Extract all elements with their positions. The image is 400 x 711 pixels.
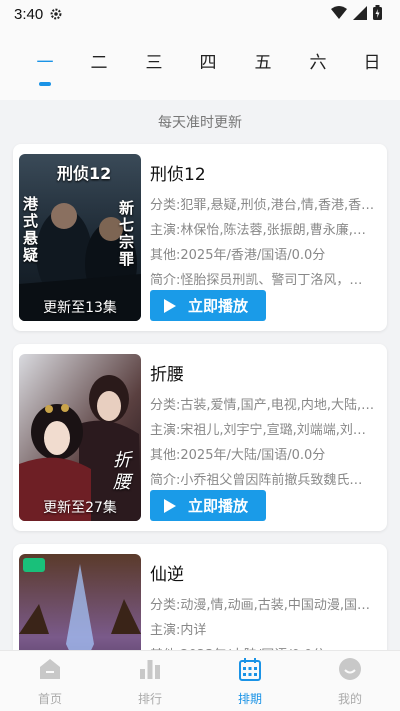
nav-schedule-label: 排期 (237, 692, 262, 706)
wifi-icon (331, 5, 347, 19)
poster-tagline-right: 新七宗罪 (119, 199, 135, 268)
tab-saturday[interactable]: 六 (298, 48, 338, 73)
signal-icon (353, 5, 367, 20)
poster-tagline-left: 港式悬疑 (23, 195, 39, 264)
nav-profile[interactable]: 我的 (320, 657, 380, 707)
nav-ranking-label: 排行 (137, 692, 162, 706)
show-card[interactable]: 刑侦12 港式悬疑 新七宗罪 更新至13集 刑侦12 分类:犯罪,悬疑,刑侦,港… (13, 144, 387, 331)
play-icon (164, 498, 176, 513)
tab-monday[interactable]: 一 (25, 48, 65, 73)
poster-image[interactable]: 刑侦12 港式悬疑 新七宗罪 更新至13集 (19, 154, 141, 321)
show-genre: 分类:犯罪,悬疑,刑侦,港台,情,香港,香… (150, 198, 375, 213)
show-card[interactable]: 折腰 更新至27集 折腰 分类:古装,爱情,国产,电视,内地,大陆,… 主演:宋… (13, 344, 387, 531)
show-title[interactable]: 刑侦12 (150, 160, 206, 185)
show-other: 其他:2025年/香港/国语/0.0分 (150, 248, 326, 263)
tab-indicator (39, 82, 51, 86)
poster-title-text: 折腰 (113, 450, 131, 493)
nav-ranking[interactable]: 排行 (120, 657, 180, 707)
ranking-icon (140, 660, 160, 679)
show-title[interactable]: 仙逆 (150, 560, 184, 585)
show-summary: 简介:怪胎探员刑凯、警司丁洛风，… (150, 273, 363, 288)
home-icon (40, 659, 60, 679)
nav-profile-label: 我的 (337, 692, 362, 706)
show-cast: 主演:林保怡,陈法蓉,张振朗,曹永廉,… (150, 223, 366, 238)
status-icons (331, 5, 382, 20)
gear-icon (50, 8, 62, 20)
battery-icon (373, 5, 382, 20)
show-other: 其他:2025年/大陆/国语/0.0分 (150, 448, 326, 463)
show-cast: 主演:宋祖儿,刘宇宁,宣璐,刘端端,刘… (150, 423, 366, 438)
play-button[interactable]: 立即播放 (150, 490, 266, 521)
bottom-nav: 首页 排行 排期 我的 (0, 650, 400, 711)
status-bar: 3:40 (0, 0, 400, 28)
tab-sunday[interactable]: 日 (352, 48, 392, 73)
show-cast: 主演:内详 (150, 623, 207, 638)
tab-friday[interactable]: 五 (243, 48, 283, 73)
play-button-label: 立即播放 (188, 297, 249, 315)
nav-home[interactable]: 首页 (20, 657, 80, 707)
status-time: 3:40 (14, 5, 44, 23)
play-icon (164, 298, 176, 313)
show-title[interactable]: 折腰 (150, 360, 184, 385)
tab-tuesday[interactable]: 二 (79, 48, 119, 73)
episode-update-label: 更新至27集 (43, 500, 117, 516)
show-summary: 简介:小乔祖父曾因阵前撤兵致魏氏… (150, 473, 363, 488)
nav-schedule[interactable]: 排期 (220, 657, 280, 707)
play-button[interactable]: 立即播放 (150, 290, 266, 321)
poster-image[interactable]: 折腰 更新至27集 (19, 354, 141, 521)
episode-update-label: 更新至13集 (43, 300, 117, 316)
show-genre: 分类:古装,爱情,国产,电视,内地,大陆,… (150, 398, 375, 413)
tab-thursday[interactable]: 四 (188, 48, 228, 73)
play-button-label: 立即播放 (188, 497, 249, 515)
show-genre: 分类:动漫,情,动画,古装,中国动漫,国… (150, 598, 371, 613)
poster-title-text: 刑侦12 (57, 164, 112, 183)
profile-icon (339, 658, 361, 680)
platform-badge (23, 558, 45, 572)
update-notice: 每天准时更新 (158, 115, 242, 131)
calendar-icon (239, 658, 261, 681)
tab-wednesday[interactable]: 三 (134, 48, 174, 73)
day-tabs: 一 二 三 四 五 六 日 (0, 28, 400, 100)
nav-home-label: 首页 (37, 692, 62, 706)
